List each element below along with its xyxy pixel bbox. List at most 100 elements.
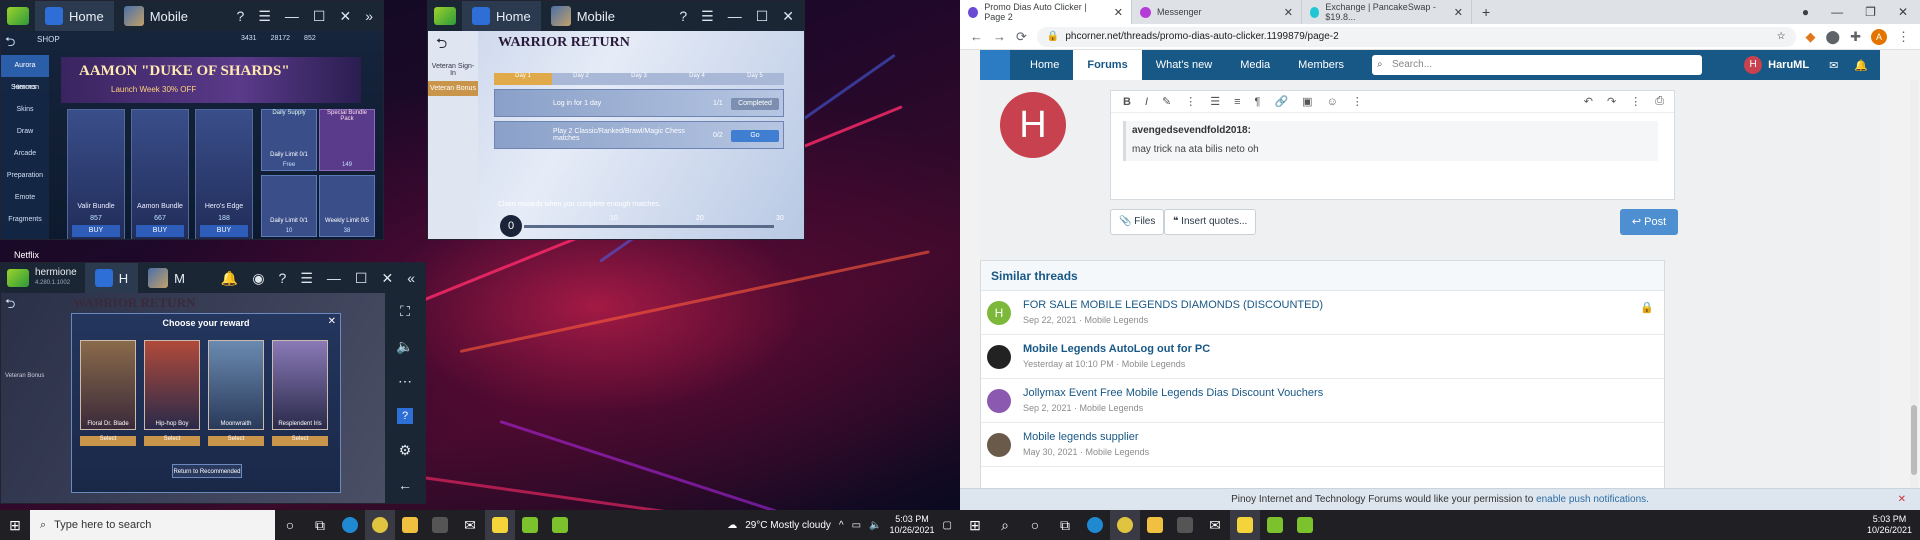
emulator-window-shop[interactable]: Home Mobile ? ☰ — ☐ ✕ » ⮌ SHOP 3431 28172… [0, 0, 384, 240]
select-button[interactable]: Select [144, 436, 200, 446]
browser-tab[interactable]: Messenger ✕ [1132, 0, 1302, 24]
back-icon[interactable]: ⮌ [5, 33, 15, 55]
buy-button[interactable]: BUY [72, 225, 120, 237]
sidebar-item-fragments[interactable]: Fragments [1, 209, 49, 231]
promo-banner[interactable]: AAMON "DUKE OF SHARDS" Launch Week 30% O… [61, 57, 361, 103]
sticky-notes-icon[interactable] [1230, 510, 1260, 540]
link-icon[interactable]: 🔗 [1274, 95, 1288, 108]
maximize-icon[interactable]: ☐ [313, 8, 326, 25]
sidebar-item-emote[interactable]: Emote [1, 187, 49, 209]
shop-screen[interactable]: ⮌ SHOP 3431 28172 852 Aurora Summon Heroes… [1, 31, 383, 239]
file-explorer-icon[interactable] [395, 510, 425, 540]
mail-icon[interactable]: ✉ [1200, 510, 1230, 540]
browser-window[interactable]: Promo Dias Auto Clicker | Page 2 ✕ Messen… [960, 0, 1920, 510]
search-icon[interactable]: ⌕ [990, 510, 1020, 540]
list-item[interactable]: Jollymax Event Free Mobile Legends Dias … [981, 379, 1664, 423]
tab-app[interactable]: Mobile [541, 1, 625, 31]
return-button[interactable]: Return to Recommended [172, 464, 242, 478]
file-explorer-icon[interactable] [1140, 510, 1170, 540]
undo-icon[interactable]: ↶ [1584, 95, 1593, 108]
go-button[interactable]: Go [731, 130, 779, 142]
sidebar-item-aurora[interactable]: Aurora Summon [1, 55, 49, 91]
more-options-icon[interactable]: ⋮ [1352, 95, 1363, 108]
select-button[interactable]: Select [272, 436, 328, 446]
list-item[interactable]: Mobile legends supplier May 30, 2021 · M… [981, 423, 1664, 467]
select-button[interactable]: Select [80, 436, 136, 446]
redo-icon[interactable]: ↷ [1607, 95, 1616, 108]
browser-tab[interactable]: Exchange | PancakeSwap - $19.8... ✕ [1302, 0, 1472, 24]
menu-item-signin[interactable]: Veteran Sign-In [428, 59, 478, 81]
extensions-puzzle-icon[interactable]: ✚ [1850, 29, 1861, 45]
daily-supply-box[interactable]: Daily Supply Daily Limit 0/1 Free [261, 109, 317, 171]
search-input[interactable]: ⌕ Search... [1372, 55, 1703, 75]
store-icon[interactable] [1170, 510, 1200, 540]
tab-day-5[interactable]: Day 5 [726, 73, 784, 85]
address-bar[interactable]: 🔒 phcorner.net/threads/promo-dias-auto-c… [1036, 26, 1796, 47]
sidebar-item-preparation[interactable]: Preparation [1, 165, 49, 187]
tab-home[interactable]: H [84, 263, 139, 293]
nav-home[interactable]: Home [1016, 50, 1073, 80]
thread-title[interactable]: Mobile Legends AutoLog out for PC [1023, 343, 1210, 355]
emulator-window-warrior[interactable]: Home Mobile ? ☰ — ☐ ✕ ⮌ Veteran Sign-In … [427, 0, 805, 240]
reply-editor[interactable]: B I ✎ ⋮ ☰ ≡ ¶ 🔗 ▣ ☺ ⋮ ↶ ↷ ⋮ ⎙ avengedsev… [1110, 90, 1675, 200]
minimize-icon[interactable]: — [728, 8, 742, 25]
nav-members[interactable]: Members [1284, 50, 1358, 80]
post-button[interactable]: ↩ Post [1620, 209, 1678, 235]
choose-reward-dialog[interactable]: Choose your reward ✕ Floral Dr. Blade Hi… [71, 313, 341, 493]
account-avatar-icon[interactable]: A [1871, 28, 1887, 45]
list-item[interactable]: Mobile Legends AutoLog out for PC Yester… [981, 335, 1664, 379]
reward-card[interactable]: Moonwraith [208, 340, 264, 430]
profile-icon[interactable]: ● [1802, 0, 1809, 24]
settings-icon[interactable]: ⚙ [399, 442, 412, 459]
minimize-icon[interactable]: — [285, 8, 299, 25]
thread-title[interactable]: FOR SALE MOBILE LEGENDS DIAMONDS (DISCOU… [1023, 299, 1323, 311]
bold-icon[interactable]: B [1123, 96, 1131, 108]
bundle-card[interactable]: Valir Bundle 857 BUY [67, 109, 125, 239]
page-scrollbar[interactable] [1910, 80, 1918, 488]
store-icon[interactable] [425, 510, 455, 540]
edge-icon[interactable] [1080, 510, 1110, 540]
close-icon[interactable]: ✕ [328, 316, 336, 327]
reward-card[interactable]: Resplendent Iris [272, 340, 328, 430]
buy-button[interactable]: BUY [136, 225, 184, 237]
emulator-window-reward[interactable]: hermione 4.280.1.1002 H M 🔔 ◉ ? ☰ — ☐ ✕ … [0, 262, 426, 504]
clock[interactable]: 5:03 PM 10/26/2021 [890, 514, 935, 536]
close-icon[interactable]: ✕ [1898, 0, 1908, 24]
minimize-icon[interactable]: — [327, 270, 341, 287]
reward-screen[interactable]: ⮌ WARRIOR RETURN Veteran Bonus Choose yo… [1, 293, 385, 503]
sidebar-item-draw[interactable]: Draw [1, 121, 49, 143]
new-tab-icon[interactable]: + [1472, 0, 1500, 24]
collapse-sidebar-icon[interactable]: « [407, 270, 415, 287]
cortana-icon[interactable]: ○ [275, 510, 305, 540]
limited-box[interactable]: Daily Limit 0/1 10 [261, 175, 317, 237]
task-view-icon[interactable]: ⧉ [1050, 510, 1080, 540]
back-arrow-icon[interactable]: ← [398, 477, 412, 493]
tray-chevron-icon[interactable]: ^ [839, 520, 844, 531]
tab-day-1[interactable]: Day 1 [494, 73, 552, 85]
special-bundle-box[interactable]: Special Bundle Pack 149 [319, 109, 375, 171]
sidebar-item-skins[interactable]: Skins [1, 99, 49, 121]
back-icon[interactable]: ⮌ [5, 295, 15, 317]
list-icon[interactable]: ☰ [1210, 95, 1220, 108]
list-item[interactable]: H FOR SALE MOBILE LEGENDS DIAMONDS (DISC… [981, 291, 1664, 335]
bluestacks-icon[interactable] [545, 510, 575, 540]
align-icon[interactable]: ≡ [1234, 96, 1240, 108]
close-icon[interactable]: ✕ [1898, 489, 1906, 511]
nav-forums[interactable]: Forums [1073, 50, 1142, 80]
help-icon[interactable]: ? [397, 408, 413, 424]
close-tab-icon[interactable]: ✕ [1114, 6, 1123, 19]
bluestacks-icon[interactable] [1260, 510, 1290, 540]
maximize-icon[interactable]: ☐ [756, 8, 769, 25]
chrome-icon[interactable] [365, 510, 395, 540]
windows-start-icon[interactable]: ⊞ [960, 510, 990, 540]
site-logo-icon[interactable] [980, 50, 1010, 80]
bluestacks-icon[interactable] [515, 510, 545, 540]
italic-icon[interactable]: I [1145, 96, 1148, 108]
emoji-icon[interactable]: ☺ [1327, 96, 1338, 108]
buy-button[interactable]: BUY [200, 225, 248, 237]
thread-title[interactable]: Mobile legends supplier [1023, 431, 1139, 443]
close-icon[interactable]: ✕ [381, 270, 393, 287]
warrior-return-screen[interactable]: ⮌ Veteran Sign-In Veteran Bonus WARRIOR … [428, 31, 804, 239]
tab-day-4[interactable]: Day 4 [668, 73, 726, 85]
paragraph-icon[interactable]: ¶ [1255, 96, 1261, 108]
